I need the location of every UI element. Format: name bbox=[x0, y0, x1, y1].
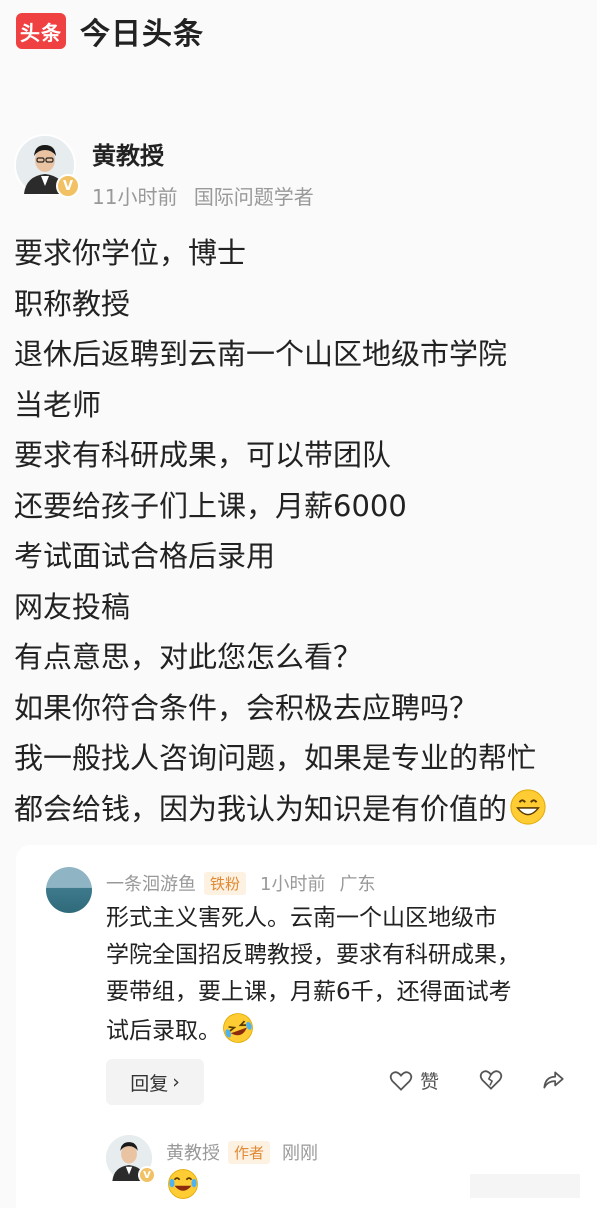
heart-icon bbox=[389, 1070, 413, 1091]
post-line: 职称教授 bbox=[14, 286, 131, 321]
like-button[interactable]: 赞 bbox=[388, 1067, 439, 1094]
reply-button[interactable]: 回复 › bbox=[106, 1059, 204, 1105]
comment-location: 广东 bbox=[339, 874, 376, 895]
tears-of-joy-face-icon bbox=[168, 1169, 198, 1199]
rolling-laughing-face-icon bbox=[223, 1013, 253, 1043]
broken-heart-icon bbox=[479, 1070, 503, 1090]
post-line: 要求有科研成果，可以带团队 bbox=[14, 438, 392, 472]
post-line-text: 都会给钱，因为我认为知识是有价值的 bbox=[14, 791, 508, 826]
post-line: 当老师 bbox=[14, 387, 102, 422]
author-avatar[interactable]: V bbox=[14, 134, 80, 198]
post-body: 要求你学位，博士 职称教授 退休后返聘到云南一个山区地级市学院 当老师 要求有科… bbox=[14, 228, 594, 834]
verified-badge: V bbox=[56, 174, 80, 198]
author-meta: 11小时前 国际问题学者 bbox=[92, 181, 314, 210]
author-title: 国际问题学者 bbox=[193, 185, 314, 209]
fan-badge: 铁粉 bbox=[204, 871, 247, 895]
watermark bbox=[470, 1174, 580, 1198]
post-time: 11小时前 bbox=[92, 185, 178, 209]
post-line: 我一般找人咨询问题，如果是专业的帮忙 bbox=[14, 741, 537, 775]
dislike-button[interactable] bbox=[478, 1067, 504, 1093]
reply-header: 黄教授 作者 刚刚 bbox=[166, 1139, 318, 1165]
post-line: 要求你学位，博士 bbox=[14, 236, 247, 270]
post-line: 退休后返聘到云南一个山区地级市学院 bbox=[14, 337, 508, 371]
comment-line-text: 试后录取。 bbox=[106, 1018, 221, 1044]
post-line: 考试面试合格后录用 bbox=[14, 539, 276, 573]
comment-line-last: 试后录取。 bbox=[106, 1011, 586, 1050]
comment-text[interactable]: 形式主义害死人。云南一个山区地级市 学院全国招反聘教授，要求有科研成果， 要带组… bbox=[106, 900, 586, 1050]
author-tag: 作者 bbox=[228, 1140, 271, 1164]
top-bar: 头条 今日头条 bbox=[0, 0, 597, 62]
reply-author-avatar[interactable]: V bbox=[106, 1135, 156, 1184]
like-label: 赞 bbox=[420, 1071, 440, 1093]
post-line: 网友投稿 bbox=[14, 589, 131, 624]
author-name[interactable]: 黄教授 bbox=[92, 136, 314, 171]
post-line: 还要给孩子们上课，月薪6000 bbox=[14, 488, 407, 523]
share-icon bbox=[543, 1071, 564, 1089]
chevron-right-icon: › bbox=[172, 1071, 180, 1093]
comment-line: 要带组，要上课，月薪6千，还得面试考 bbox=[106, 979, 512, 1005]
author-info: 黄教授 11小时前 国际问题学者 bbox=[92, 136, 314, 210]
post-line: 如果你符合条件，会积极去应聘吗？ bbox=[14, 690, 479, 725]
comment-line: 形式主义害死人。云南一个山区地级市 bbox=[106, 905, 497, 931]
app-name: 今日头条 bbox=[80, 17, 204, 52]
comment-header: 一条洄游鱼 铁粉 1小时前 广东 bbox=[106, 870, 375, 896]
post-line-last: 都会给钱，因为我认为知识是有价值的 bbox=[14, 784, 594, 835]
grinning-face-icon bbox=[510, 788, 546, 825]
comment-time: 1小时前 bbox=[260, 874, 326, 895]
reply-label: 回复 bbox=[130, 1072, 169, 1095]
author-header: V 黄教授 11小时前 国际问题学者 bbox=[14, 134, 314, 210]
commenter-name[interactable]: 一条洄游鱼 bbox=[106, 870, 196, 896]
comment-line: 学院全国招反聘教授，要求有科研成果， bbox=[106, 942, 520, 968]
share-button[interactable] bbox=[540, 1067, 566, 1093]
reply-time: 刚刚 bbox=[282, 1143, 319, 1164]
post-line: 有点意思，对此您怎么看？ bbox=[14, 640, 363, 674]
verified-badge: V bbox=[138, 1166, 156, 1184]
app-logo[interactable]: 头条 bbox=[16, 13, 66, 49]
comment-card: 一条洄游鱼 铁粉 1小时前 广东 形式主义害死人。云南一个山区地级市 学院全国招… bbox=[16, 845, 597, 1208]
commenter-avatar[interactable] bbox=[46, 867, 92, 913]
reply-author-name[interactable]: 黄教授 bbox=[166, 1139, 220, 1165]
